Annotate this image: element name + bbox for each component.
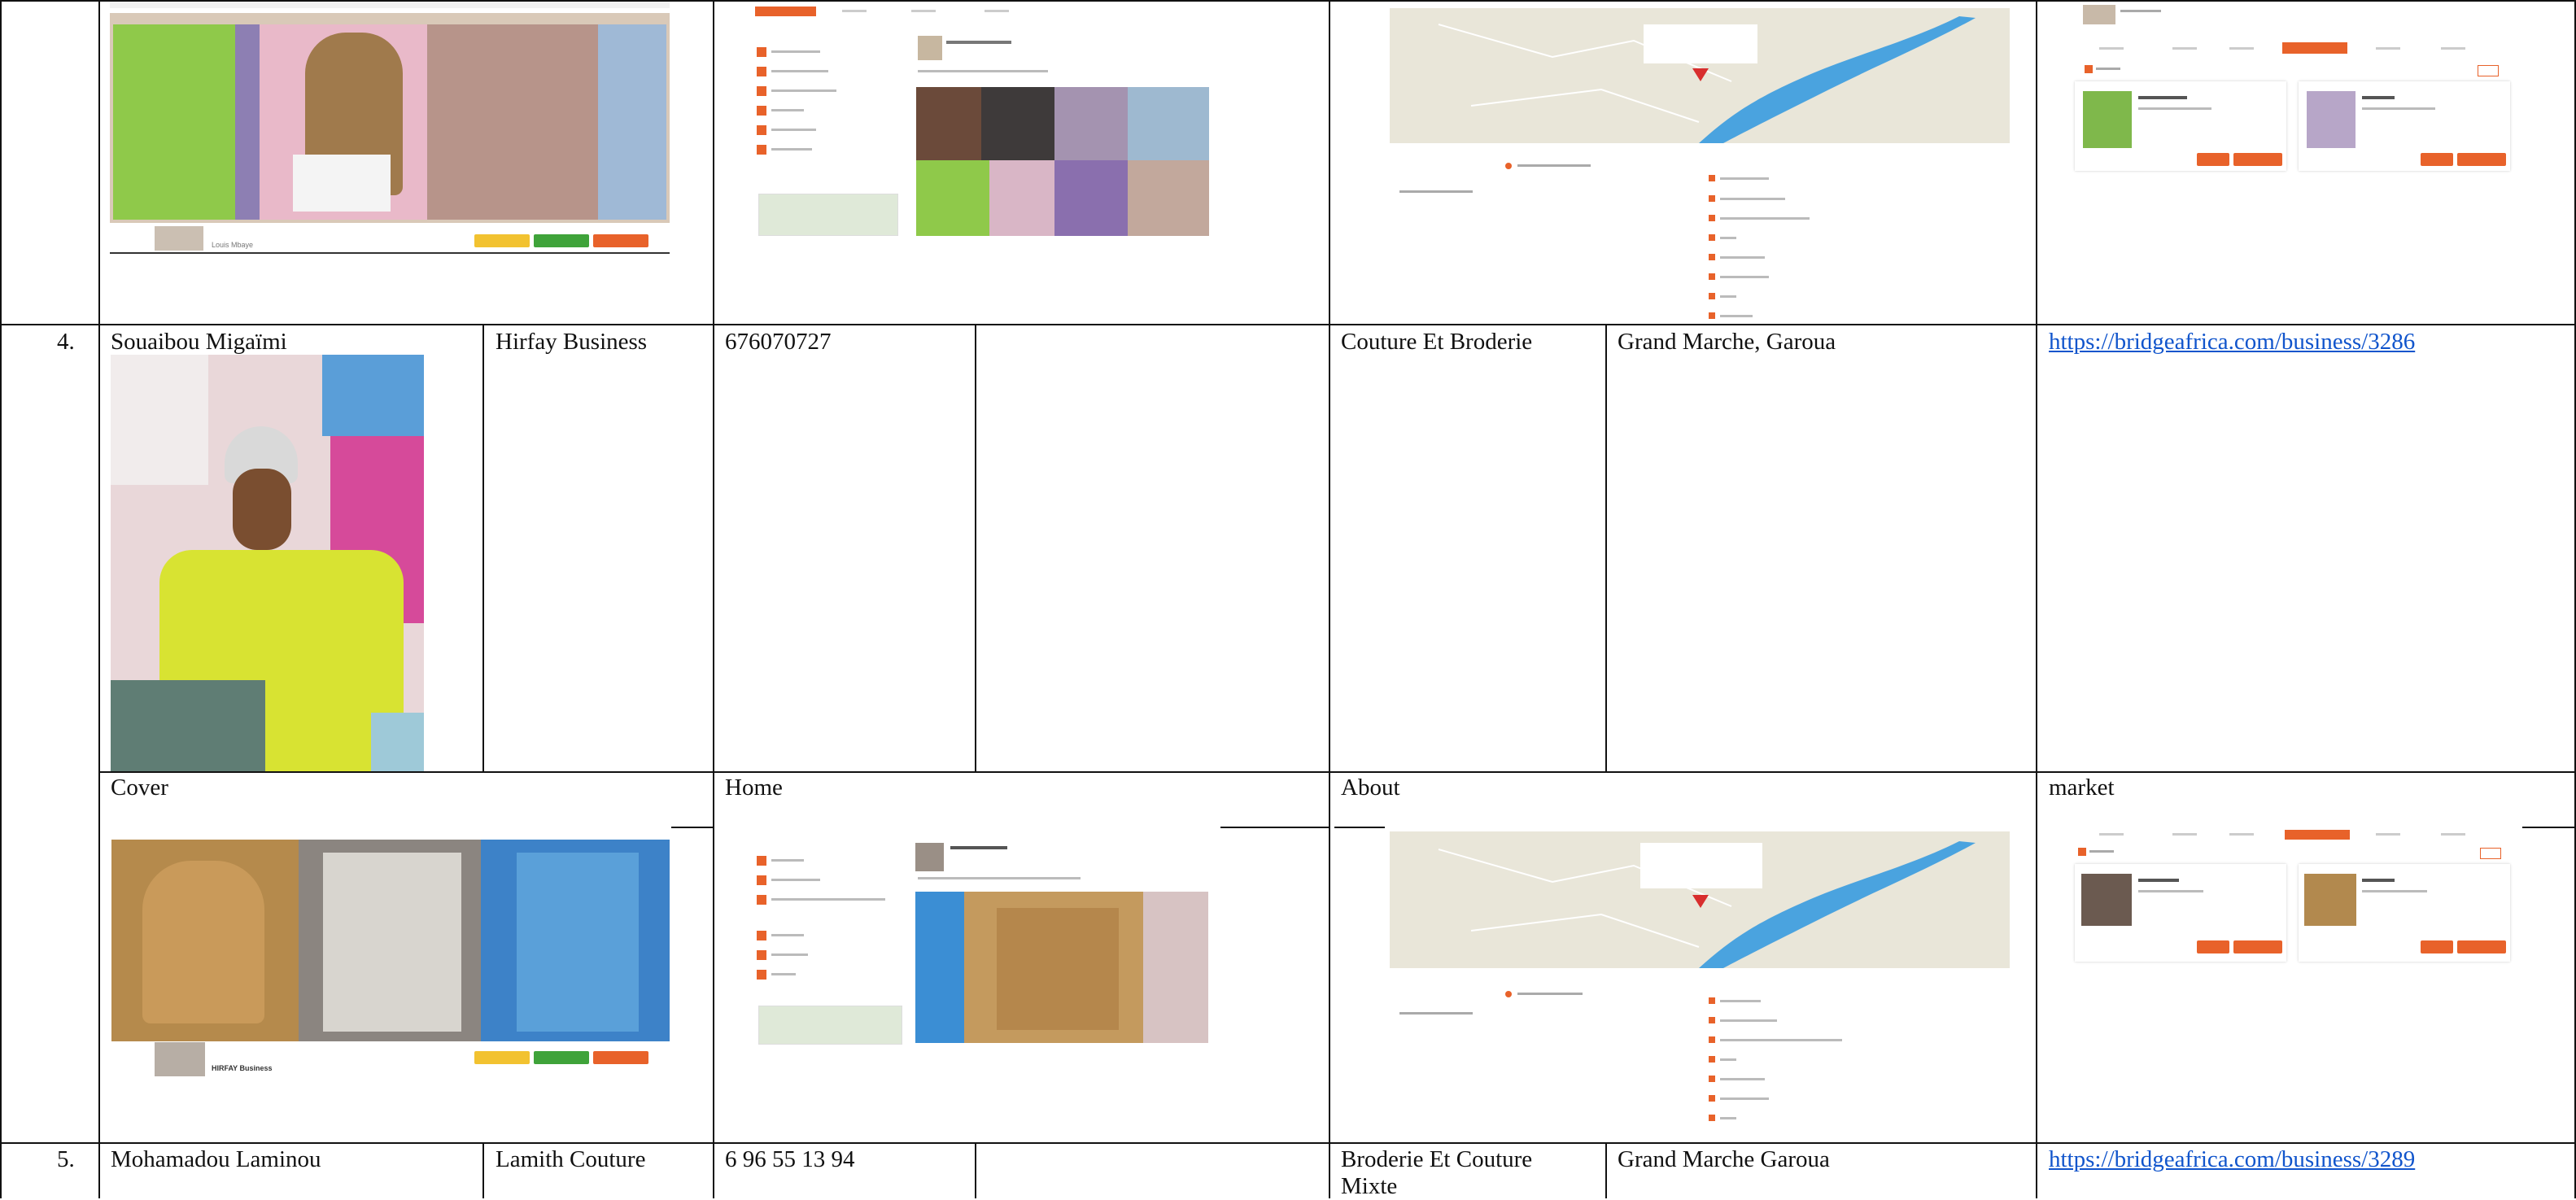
- business-url-link[interactable]: https://bridgeafrica.com/business/3289: [2049, 1146, 2415, 1173]
- row-number: 5.: [57, 1146, 75, 1172]
- business-activity-line2: Mixte: [1341, 1173, 1398, 1199]
- about-label: About: [1341, 775, 1400, 801]
- phone-number: 6 96 55 13 94: [725, 1146, 855, 1172]
- market-screenshot-prev: [2067, 0, 2522, 220]
- owner-name: Mohamadou Laminou: [111, 1146, 321, 1172]
- business-location: Grand Marche Garoua: [1618, 1146, 1830, 1172]
- home-screenshot-prev: [749, 0, 1220, 244]
- business-activity: Couture Et Broderie: [1341, 329, 1533, 355]
- owner-photo: [111, 355, 424, 771]
- market-label: market: [2049, 775, 2115, 801]
- about-screenshot-prev: [1383, 0, 2018, 324]
- row-number: 4.: [57, 329, 75, 355]
- business-location: Grand Marche, Garoua: [1618, 329, 1836, 355]
- cover-screenshot-prev: Louis Mbaye: [110, 0, 670, 257]
- owner-name: Souaibou Migaïmi: [111, 329, 287, 355]
- business-name: Lamith Couture: [496, 1146, 646, 1172]
- business-name: Hirfay Business: [496, 329, 648, 355]
- business-activity: Broderie Et Couture: [1341, 1146, 1533, 1172]
- business-url-link[interactable]: https://bridgeafrica.com/business/3286: [2049, 329, 2415, 356]
- home-label: Home: [725, 775, 783, 801]
- phone-number: 676070727: [725, 329, 832, 355]
- cover-screenshot: HIRFAY Business: [110, 836, 671, 1080]
- cover-label: Cover: [111, 775, 168, 801]
- home-screenshot: [749, 827, 1220, 1046]
- market-screenshot: [2067, 823, 2522, 970]
- about-screenshot: [1383, 828, 2018, 1145]
